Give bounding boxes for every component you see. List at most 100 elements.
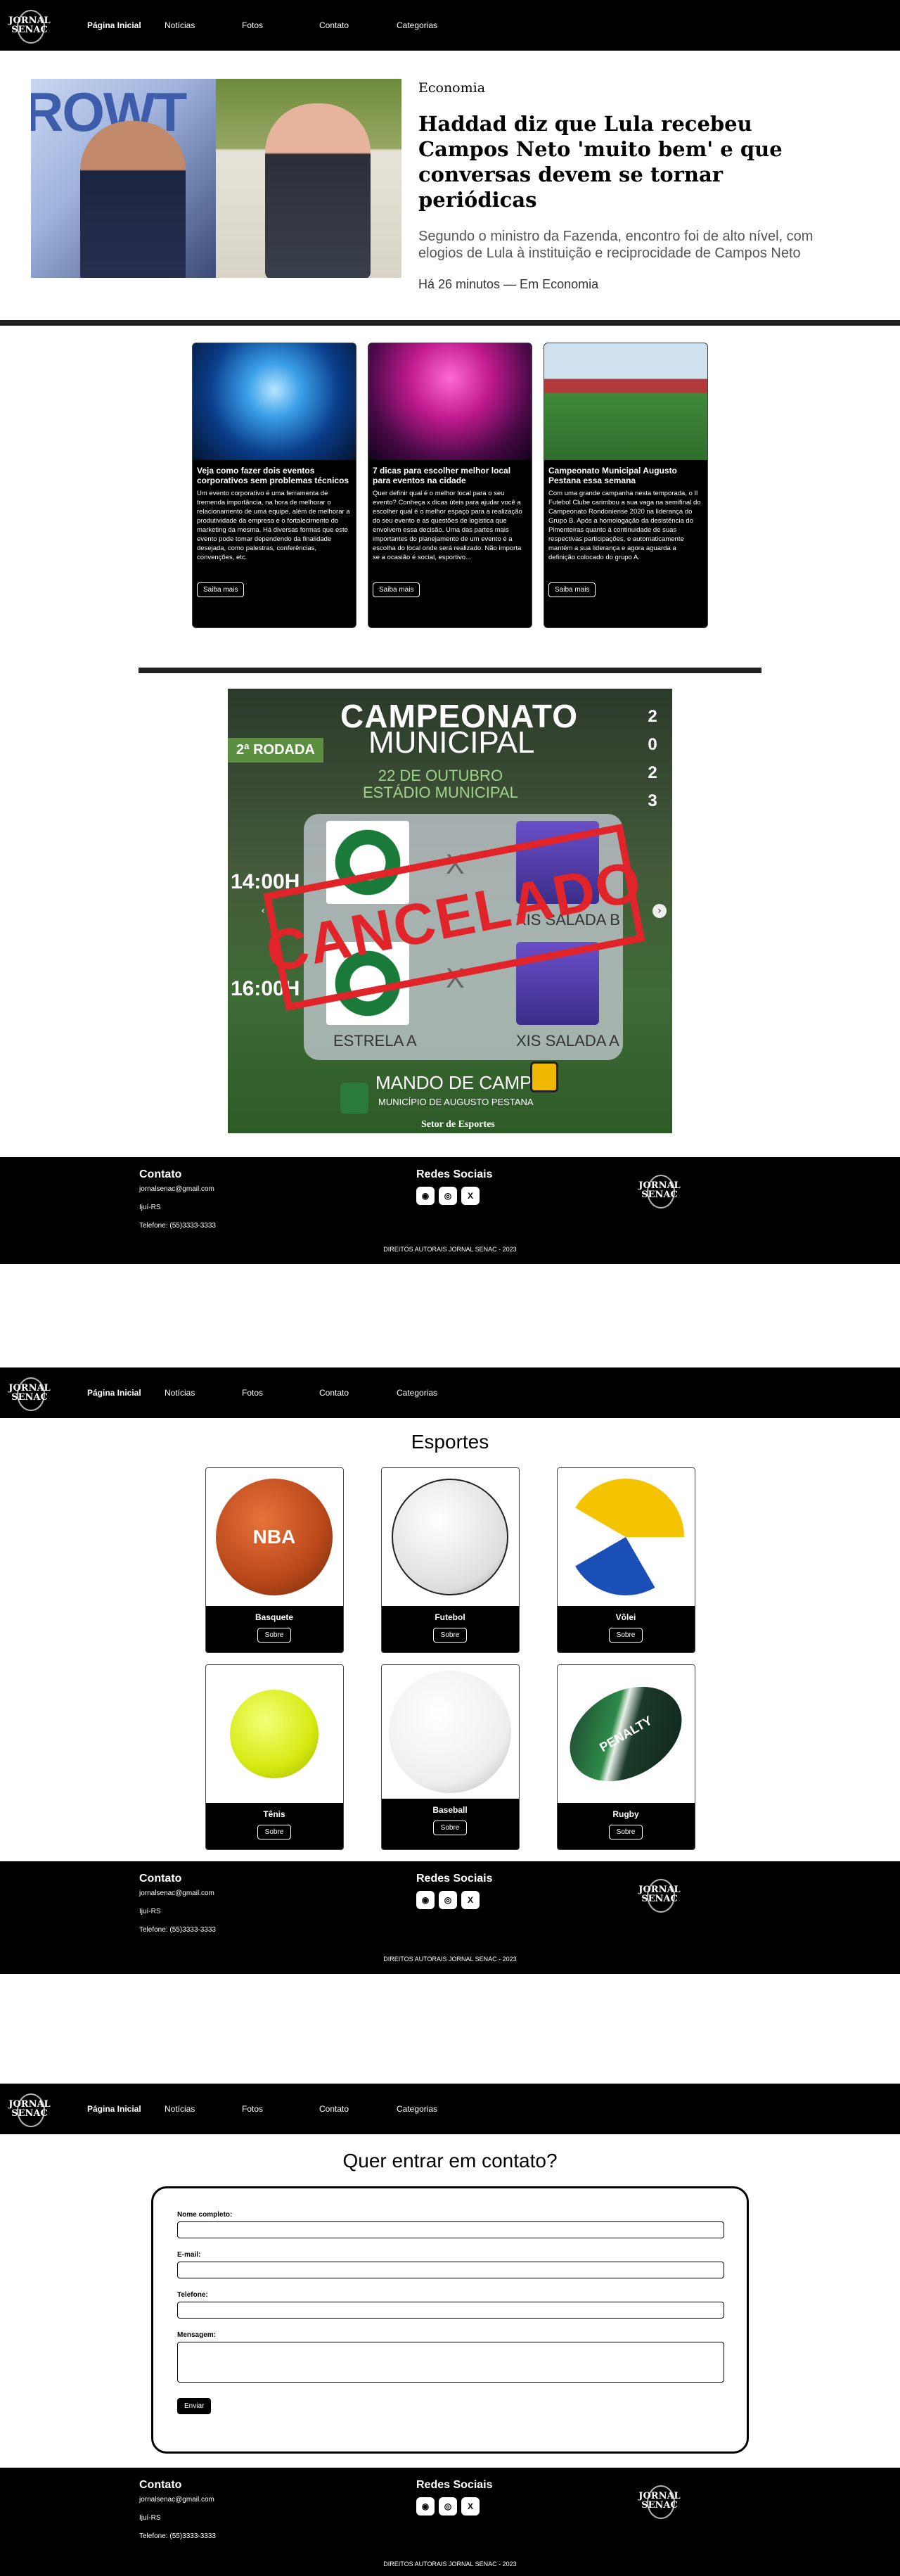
phone-label: Telefone: bbox=[177, 2291, 208, 2299]
footer-email[interactable]: jornalsenac@gmail.com bbox=[139, 1889, 216, 1897]
card-image-event bbox=[193, 343, 356, 460]
top-nav: JORNAL SENAC Página Inicial Notícias Foto… bbox=[0, 0, 900, 51]
basketball-image: NBA bbox=[216, 1479, 333, 1595]
footer-city: Ijuí-RS bbox=[139, 1908, 161, 1915]
instagram-icon[interactable]: ◎ bbox=[439, 1891, 457, 1909]
sport-name: Tênis bbox=[263, 1809, 285, 1819]
nav-home[interactable]: Página Inicial bbox=[87, 20, 165, 30]
nav-home[interactable]: Página Inicial bbox=[87, 2104, 165, 2114]
send-button[interactable]: Enviar bbox=[177, 2398, 212, 2414]
site-logo[interactable]: JORNAL SENAC bbox=[7, 2090, 52, 2128]
hero-title[interactable]: Haddad diz que Lula recebeu Campos Neto … bbox=[418, 111, 837, 212]
about-button[interactable]: Sobre bbox=[257, 1628, 292, 1643]
hero-person-right bbox=[265, 103, 371, 278]
footer-copyright: DIREITOS AUTORAIS JORNAL SENAC - 2023 bbox=[383, 1956, 517, 1963]
top-nav: JORNAL SENAC Página Inicial Notícias Foto… bbox=[0, 2084, 900, 2134]
about-button[interactable]: Sobre bbox=[608, 1825, 643, 1839]
read-more-button[interactable]: Saiba mais bbox=[197, 582, 245, 597]
nav-contact[interactable]: Contato bbox=[319, 1388, 397, 1398]
carousel-prev-icon[interactable]: ‹ bbox=[256, 904, 270, 918]
x-icon[interactable]: X bbox=[461, 1891, 480, 1909]
message-label: Mensagem: bbox=[177, 2331, 217, 2339]
footer-contact-title: Contato bbox=[139, 1873, 182, 1885]
team-label: ESTRELA A bbox=[333, 1032, 417, 1050]
footer-social: Redes Sociais ◉ ◎ X bbox=[416, 2479, 493, 2516]
hero-category[interactable]: Economia bbox=[418, 80, 837, 96]
about-button[interactable]: Sobre bbox=[432, 1821, 468, 1835]
hero-text: Economia Haddad diz que Lula recebeu Cam… bbox=[401, 79, 837, 320]
footer-social: Redes Sociais ◉ ◎ X bbox=[416, 1873, 493, 1909]
nav-photos[interactable]: Fotos bbox=[242, 2104, 319, 2114]
footer-email[interactable]: jornalsenac@gmail.com bbox=[139, 2496, 216, 2504]
read-more-button[interactable]: Saiba mais bbox=[373, 582, 420, 597]
site-logo[interactable]: JORNAL SENAC bbox=[7, 6, 52, 44]
phone-input[interactable] bbox=[177, 2302, 724, 2319]
club-crest-icon bbox=[530, 1061, 558, 1092]
footer-logo: JORNAL SENAC bbox=[637, 1171, 682, 1209]
card-image-venue bbox=[368, 343, 532, 460]
carousel-next-icon[interactable]: › bbox=[652, 904, 667, 918]
footer-phone: Telefone: (55)3333-3333 bbox=[139, 1222, 216, 1230]
rugby-ball-image: PENALTY bbox=[557, 1667, 695, 1801]
about-button[interactable]: Sobre bbox=[432, 1628, 468, 1643]
hero-time: Há 26 minutos — Em Economia bbox=[418, 277, 599, 291]
top-nav: JORNAL SENAC Página Inicial Notícias Foto… bbox=[0, 1367, 900, 1418]
ball-label: NBA bbox=[252, 1526, 296, 1548]
nav-news[interactable]: Notícias bbox=[165, 1388, 242, 1398]
sport-card-volleyball: Vôlei Sobre bbox=[556, 1467, 695, 1653]
nav-contact[interactable]: Contato bbox=[319, 2104, 397, 2114]
poster-title-2: MUNICIPAL bbox=[368, 725, 535, 760]
sport-name: Rugby bbox=[612, 1809, 639, 1819]
poster-home-field: MANDO DE CAMPO: bbox=[375, 1072, 551, 1093]
x-icon[interactable]: X bbox=[461, 2497, 480, 2516]
hero-image-right bbox=[216, 79, 401, 278]
nav-categories[interactable]: Categorias bbox=[397, 20, 474, 30]
logo-line2: SENAC bbox=[11, 25, 48, 35]
sports-grid: NBA Basquete Sobre Futebol Sobre Vôlei Sobr… bbox=[0, 1467, 900, 1850]
nav-categories[interactable]: Categorias bbox=[397, 2104, 474, 2114]
carousel-poster: 2ª RODADA CAMPEONATO MUNICIPAL 22 DE OUT… bbox=[228, 689, 672, 1133]
footer-social-title: Redes Sociais bbox=[416, 1873, 493, 1885]
footer-phone: Telefone: (55)3333-3333 bbox=[139, 1926, 216, 1934]
hero-person-left bbox=[80, 121, 186, 278]
logo-line2: SENAC bbox=[11, 2108, 48, 2119]
whatsapp-icon[interactable]: ◉ bbox=[416, 2497, 435, 2516]
sport-card-rugby: PENALTY Rugby Sobre bbox=[556, 1664, 695, 1850]
footer-copyright: DIREITOS AUTORAIS JORNAL SENAC - 2023 bbox=[383, 2561, 517, 2568]
whatsapp-icon[interactable]: ◉ bbox=[416, 1891, 435, 1909]
hero-image[interactable]: ROWT bbox=[31, 79, 401, 278]
email-input[interactable] bbox=[177, 2262, 724, 2278]
message-textarea[interactable] bbox=[177, 2342, 724, 2383]
volleyball-image bbox=[567, 1479, 684, 1595]
footer: Contato jornalsenac@gmail.com Ijuí-RS Te… bbox=[0, 1157, 900, 1264]
name-input[interactable] bbox=[177, 2221, 724, 2238]
footer-logo: JORNAL SENAC bbox=[637, 2482, 682, 2520]
nav-photos[interactable]: Fotos bbox=[242, 20, 319, 30]
sport-name: Futebol bbox=[435, 1612, 465, 1622]
logo-line2: SENAC bbox=[641, 1894, 678, 1904]
whatsapp-icon[interactable]: ◉ bbox=[416, 1187, 435, 1205]
instagram-icon[interactable]: ◎ bbox=[439, 2497, 457, 2516]
footer-contact-title: Contato bbox=[139, 2479, 182, 2491]
instagram-icon[interactable]: ◎ bbox=[439, 1187, 457, 1205]
about-button[interactable]: Sobre bbox=[608, 1628, 643, 1643]
nav-news[interactable]: Notícias bbox=[165, 2104, 242, 2114]
footer-city: Ijuí-RS bbox=[139, 1204, 161, 1211]
sport-card-basketball: NBA Basquete Sobre bbox=[205, 1467, 344, 1653]
footer-copyright: DIREITOS AUTORAIS JORNAL SENAC - 2023 bbox=[383, 1246, 517, 1253]
city-crest-icon bbox=[340, 1083, 368, 1114]
card-title: 7 dicas para escolher melhor local para … bbox=[373, 466, 511, 485]
footer-email[interactable]: jornalsenac@gmail.com bbox=[139, 1185, 216, 1193]
read-more-button[interactable]: Saiba mais bbox=[548, 582, 596, 597]
nav-categories[interactable]: Categorias bbox=[397, 1388, 474, 1398]
site-logo[interactable]: JORNAL SENAC bbox=[7, 1374, 52, 1412]
football-image bbox=[392, 1479, 508, 1595]
nav-news[interactable]: Notícias bbox=[165, 20, 242, 30]
section-divider bbox=[139, 668, 761, 673]
nav-contact[interactable]: Contato bbox=[319, 20, 397, 30]
about-button[interactable]: Sobre bbox=[257, 1825, 292, 1839]
nav-photos[interactable]: Fotos bbox=[242, 1388, 319, 1398]
baseball-image bbox=[389, 1671, 511, 1793]
nav-home[interactable]: Página Inicial bbox=[87, 1388, 165, 1398]
x-icon[interactable]: X bbox=[461, 1187, 480, 1205]
